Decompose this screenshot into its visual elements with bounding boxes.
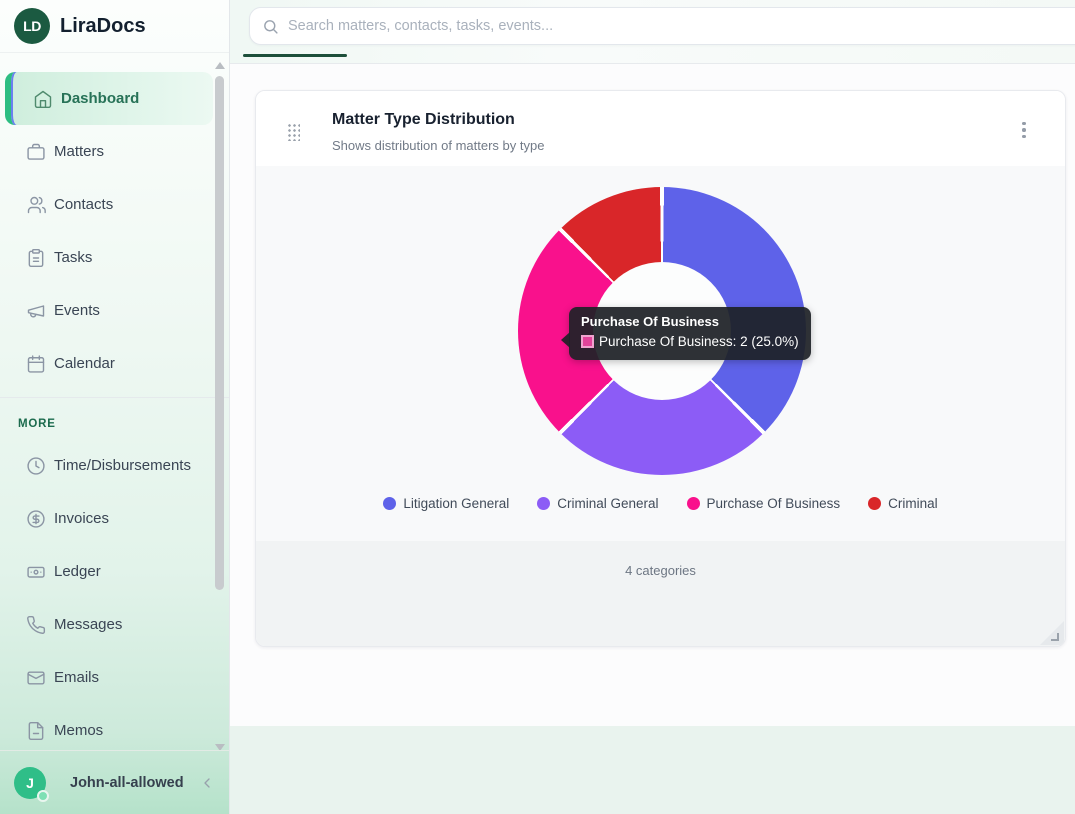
categories-count: 4 categories [256,541,1065,578]
legend-dot [868,497,881,510]
search-icon [262,18,279,35]
sidebar-item-label: Memos [54,722,103,739]
sidebar-item-label: Tasks [54,249,92,266]
sidebar-nav: Dashboard Matters Contacts Tasks Events … [0,54,229,750]
chevron-left-icon[interactable] [199,775,215,791]
chart-legend: Litigation General Criminal General Purcha… [256,496,1065,511]
app-logo[interactable]: LD LiraDocs [0,0,229,53]
calendar-icon [26,354,46,374]
legend-dot [383,497,396,510]
banknote-icon [26,562,46,582]
user-name: John-all-allowed [70,775,184,791]
tooltip-title: Purchase Of Business [581,314,799,329]
phone-icon [26,615,46,635]
legend-item[interactable]: Criminal [868,496,938,511]
logo-icon: LD [14,8,50,44]
tooltip-row: Purchase Of Business: 2 (25.0%) [581,334,799,349]
tooltip-swatch [581,335,594,348]
clock-icon [26,456,46,476]
sidebar-item-label: Ledger [54,563,101,580]
sidebar-item-label: Calendar [54,355,115,372]
card-menu-button[interactable] [1015,119,1033,141]
megaphone-icon [26,301,46,321]
top-bar [230,0,1075,64]
clipboard-icon [26,248,46,268]
sidebar-item-matters[interactable]: Matters [0,125,229,178]
mail-icon [26,668,46,688]
sidebar-item-label: Matters [54,143,104,160]
legend-label: Litigation General [403,496,509,511]
sidebar-item-label: Invoices [54,510,109,527]
users-icon [26,195,46,215]
sidebar-item-events[interactable]: Events [0,284,229,337]
legend-item[interactable]: Purchase Of Business [687,496,841,511]
user-menu[interactable]: J John-all-allowed [0,750,229,814]
sidebar-item-contacts[interactable]: Contacts [0,178,229,231]
search-input[interactable] [288,18,988,34]
tooltip-value: Purchase Of Business: 2 (25.0%) [599,334,799,349]
avatar: J [14,767,46,799]
legend-label: Criminal General [557,496,658,511]
resize-icon[interactable] [1051,633,1059,641]
drag-handle-icon[interactable] [287,123,300,141]
matter-type-distribution-card: Matter Type Distribution Shows distribut… [255,90,1066,647]
avatar-initial: J [26,775,34,791]
sidebar-scroll-up-arrow[interactable] [215,62,225,69]
sidebar-item-label: Emails [54,669,99,686]
file-icon [26,721,46,741]
online-status-dot [37,790,49,802]
sidebar-item-label: Messages [54,616,122,633]
sidebar-item-emails[interactable]: Emails [0,651,229,704]
sidebar-item-dashboard[interactable]: Dashboard [5,72,213,125]
sidebar-item-tasks[interactable]: Tasks [0,231,229,284]
card-title: Matter Type Distribution [332,111,515,129]
sidebar-item-label: Dashboard [61,90,139,107]
briefcase-icon [26,142,46,162]
sidebar-item-calendar[interactable]: Calendar [0,337,229,390]
sidebar-scrollbar-thumb[interactable] [215,76,224,590]
dollar-circle-icon [26,509,46,529]
legend-dot [537,497,550,510]
main-area: Matter Type Distribution Shows distribut… [230,0,1075,814]
legend-item[interactable]: Litigation General [383,496,509,511]
sidebar-divider [0,397,229,398]
legend-item[interactable]: Criminal General [537,496,658,511]
app-window: LD LiraDocs Dashboard Matters Contacts T… [0,0,1075,814]
sidebar-item-time-disbursements[interactable]: Time/Disbursements [0,439,229,492]
sidebar-item-ledger[interactable]: Ledger [0,545,229,598]
sidebar: LD LiraDocs Dashboard Matters Contacts T… [0,0,230,814]
legend-label: Criminal [888,496,938,511]
content-bottom-strip [230,726,1075,814]
card-subtitle: Shows distribution of matters by type [332,138,544,153]
card-header: Matter Type Distribution Shows distribut… [256,91,1065,166]
legend-label: Purchase Of Business [707,496,841,511]
sidebar-item-messages[interactable]: Messages [0,598,229,651]
chart-tooltip: Purchase Of Business Purchase Of Busines… [569,307,811,360]
app-title: LiraDocs [60,15,146,38]
card-footer: 4 categories [256,541,1065,647]
sidebar-item-label: Time/Disbursements [54,457,191,474]
sidebar-item-label: Contacts [54,196,113,213]
global-search[interactable] [249,7,1075,45]
sidebar-section-more: MORE [18,418,229,430]
sidebar-item-label: Events [54,302,100,319]
home-icon [33,89,53,109]
active-tab-indicator [243,54,347,57]
legend-dot [687,497,700,510]
sidebar-item-invoices[interactable]: Invoices [0,492,229,545]
